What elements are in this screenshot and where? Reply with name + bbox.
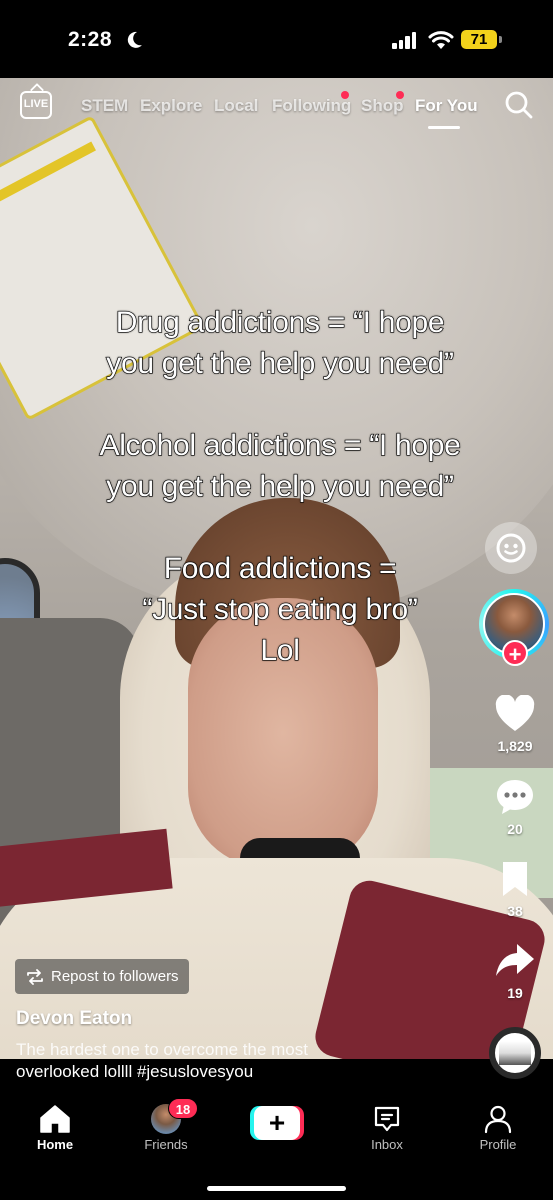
top-nav: LIVE STEM Explore Local Following Shop F… xyxy=(0,88,553,129)
repost-button[interactable]: Repost to followers xyxy=(15,959,189,994)
status-time: 2:28 xyxy=(68,28,113,51)
tab-home-label: Home xyxy=(36,1137,74,1152)
active-tab-indicator xyxy=(428,126,460,129)
tab-local[interactable]: Local xyxy=(214,96,258,116)
tab-inbox-label: Inbox xyxy=(371,1137,403,1152)
search-icon[interactable] xyxy=(504,90,534,120)
live-icon[interactable]: LIVE xyxy=(20,91,52,119)
wifi-icon xyxy=(428,31,454,49)
bookmark-icon xyxy=(503,862,527,896)
home-indicator[interactable] xyxy=(207,1186,346,1191)
overlay-line: Alcohol addictions = “I hope xyxy=(99,428,462,462)
tab-shop[interactable]: Shop xyxy=(361,96,404,116)
repost-icon xyxy=(27,969,43,985)
tab-profile[interactable]: Profile xyxy=(458,1104,538,1152)
share-count: 19 xyxy=(507,985,523,1001)
overlay-line: you get the help you need” xyxy=(106,469,455,503)
inbox-icon xyxy=(374,1106,400,1132)
video-text-overlay: Drug addictions = “I hope you get the he… xyxy=(30,302,530,671)
signal-icon xyxy=(392,32,418,49)
like-count: 1,829 xyxy=(497,738,533,754)
music-cover xyxy=(499,1041,531,1065)
overlay-line: Food addictions = xyxy=(163,551,397,585)
repost-label: Repost to followers xyxy=(51,968,179,985)
save-count: 38 xyxy=(507,903,523,919)
profile-icon xyxy=(484,1105,512,1134)
tab-profile-label: Profile xyxy=(479,1137,517,1152)
tab-home[interactable]: Home xyxy=(15,1104,95,1152)
overlay-line: “Just stop eating bro” xyxy=(142,592,419,626)
overlay-line: Lol xyxy=(260,633,301,667)
home-icon xyxy=(40,1105,70,1133)
following-notification-dot xyxy=(341,91,349,99)
shop-notification-dot xyxy=(396,91,404,99)
overlay-line: you get the help you need” xyxy=(106,346,455,380)
battery-icon: 71 xyxy=(461,30,497,49)
share-arrow-icon xyxy=(496,944,534,976)
like-button[interactable]: 1,829 xyxy=(485,694,545,754)
tab-stem[interactable]: STEM xyxy=(81,96,128,116)
plus-icon: + xyxy=(254,1106,300,1140)
overlay-line: Drug addictions = “I hope xyxy=(115,305,445,339)
share-button[interactable]: 19 xyxy=(485,942,545,1001)
effects-button[interactable] xyxy=(485,522,537,574)
post-description: The hardest one to overcome the most xyxy=(16,1040,308,1059)
author-name[interactable]: Devon Eaton xyxy=(16,1008,132,1030)
follow-button[interactable]: + xyxy=(502,640,528,667)
heart-icon xyxy=(495,694,535,731)
post-description-continued[interactable]: overlooked lollll #jesuslovesyou xyxy=(0,1059,553,1096)
friends-badge: 18 xyxy=(168,1098,198,1119)
comment-count: 20 xyxy=(507,821,523,837)
create-button[interactable]: + xyxy=(250,1106,304,1140)
tab-following[interactable]: Following xyxy=(272,96,351,116)
moon-icon xyxy=(127,31,142,48)
comment-icon xyxy=(497,780,533,814)
status-bar: 2:28 71 xyxy=(0,0,553,78)
tab-for-you[interactable]: For You xyxy=(415,96,478,116)
battery-nub xyxy=(499,36,502,43)
tab-explore[interactable]: Explore xyxy=(140,96,202,116)
save-button[interactable]: 38 xyxy=(485,860,545,919)
comment-button[interactable]: 20 xyxy=(485,778,545,837)
tab-inbox[interactable]: Inbox xyxy=(347,1104,427,1152)
smiley-icon xyxy=(496,533,526,563)
music-disc[interactable] xyxy=(489,1027,541,1079)
tab-friends-label: Friends xyxy=(144,1137,188,1152)
